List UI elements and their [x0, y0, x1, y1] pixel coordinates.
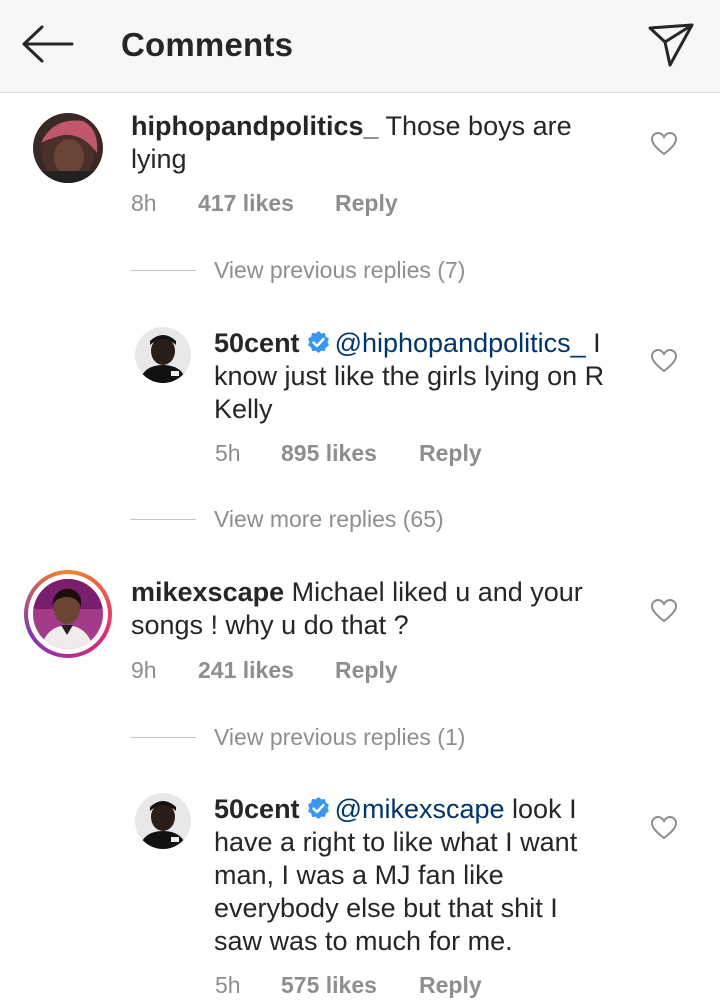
comment-time: 5h [215, 440, 241, 466]
view-replies-link[interactable]: View previous replies (7) [214, 257, 465, 284]
profile-photo [33, 579, 103, 649]
comment-body: mikexscape Michael liked u and your song… [131, 576, 611, 642]
comment-meta: 5h 575 likes Reply [215, 972, 515, 1000]
divider-line [130, 270, 196, 271]
avatar[interactable] [135, 327, 191, 383]
comment-meta: 5h 895 likes Reply [215, 440, 515, 468]
comment-body: 50cent @hiphopandpolitics_ I know just l… [214, 327, 624, 426]
mention-link[interactable]: @hiphopandpolitics_ [335, 328, 586, 358]
view-replies-link[interactable]: View previous replies (1) [214, 724, 465, 751]
comment-username[interactable]: mikexscape [131, 577, 284, 607]
top-bar: Comments [0, 0, 720, 93]
comment-time: 8h [131, 190, 157, 216]
comment-time: 5h [215, 972, 241, 998]
heart-icon[interactable] [651, 816, 677, 840]
profile-photo [33, 113, 103, 183]
likes-count[interactable]: 241 likes [198, 657, 294, 684]
reply-button[interactable]: Reply [419, 972, 482, 999]
comment-time: 9h [131, 657, 157, 683]
verified-badge-icon [307, 331, 329, 353]
divider-line [130, 519, 196, 520]
avatar[interactable] [33, 113, 103, 183]
likes-count[interactable]: 417 likes [198, 190, 294, 217]
likes-count[interactable]: 895 likes [281, 440, 377, 467]
divider-line [130, 737, 196, 738]
profile-photo [135, 327, 191, 383]
likes-count[interactable]: 575 likes [281, 972, 377, 999]
heart-icon[interactable] [651, 349, 677, 373]
comment-body: hiphopandpolitics_ Those boys are lying [131, 110, 611, 176]
comment-meta: 8h 417 likes Reply [131, 190, 431, 218]
avatar[interactable] [135, 793, 191, 849]
heart-icon[interactable] [651, 599, 677, 623]
comment-meta: 9h 241 likes Reply [131, 657, 431, 685]
page-title: Comments [121, 26, 294, 63]
arrow-left-icon[interactable] [20, 24, 74, 64]
verified-badge-icon [307, 797, 329, 819]
reply-button[interactable]: Reply [335, 657, 398, 684]
comment-username[interactable]: hiphopandpolitics_ [131, 111, 379, 141]
story-ring-avatar[interactable] [24, 570, 112, 658]
paper-plane-icon[interactable] [646, 20, 696, 68]
reply-button[interactable]: Reply [419, 440, 482, 467]
comment-username[interactable]: 50cent [214, 794, 300, 824]
profile-photo [135, 793, 191, 849]
heart-icon[interactable] [651, 132, 677, 156]
reply-button[interactable]: Reply [335, 190, 398, 217]
comment-body: 50cent @mikexscape look I have a right t… [214, 793, 609, 958]
comment-username[interactable]: 50cent [214, 328, 300, 358]
view-replies-link[interactable]: View more replies (65) [214, 506, 444, 533]
mention-link[interactable]: @mikexscape [335, 794, 505, 824]
